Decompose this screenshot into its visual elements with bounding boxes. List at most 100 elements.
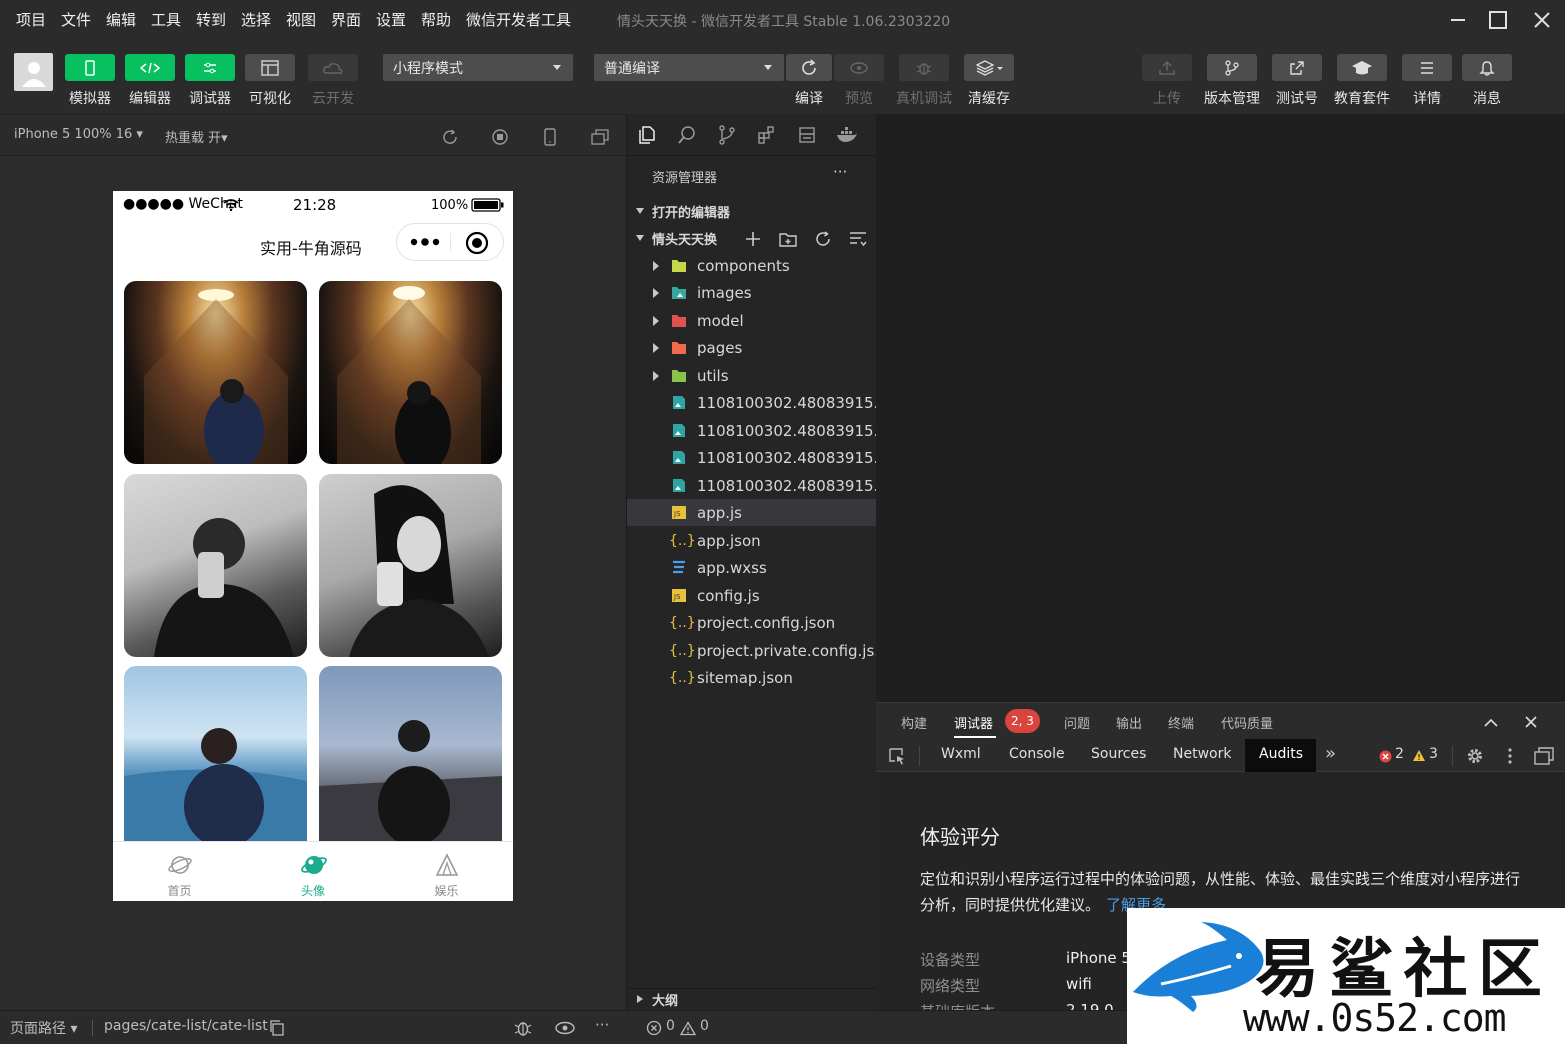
folder-pages[interactable]: pages bbox=[627, 334, 877, 361]
tab-terminal[interactable]: 终端 bbox=[1168, 713, 1194, 732]
folder-components[interactable]: components bbox=[627, 252, 877, 279]
menu-settings[interactable]: 设置 bbox=[376, 9, 406, 30]
preview-button[interactable] bbox=[834, 54, 884, 81]
copy-icon[interactable] bbox=[268, 1019, 286, 1037]
menu-tools[interactable]: 工具 bbox=[151, 9, 181, 30]
eye-icon[interactable] bbox=[553, 1018, 577, 1038]
avatar-photo[interactable] bbox=[124, 474, 307, 657]
files-icon[interactable] bbox=[635, 123, 659, 147]
collapse-all-icon[interactable] bbox=[848, 229, 868, 249]
tab-home[interactable]: 首页 bbox=[113, 842, 246, 901]
clear-cache-button[interactable] bbox=[964, 54, 1014, 81]
minimize-icon[interactable] bbox=[1438, 8, 1478, 32]
more-button[interactable]: ··· bbox=[595, 1016, 609, 1034]
close-miniprogram-icon[interactable] bbox=[459, 230, 495, 255]
tab-debugger[interactable]: 调试器 bbox=[954, 713, 993, 732]
file-config-js[interactable]: JS config.js bbox=[627, 582, 877, 609]
detach-window-icon[interactable] bbox=[590, 127, 610, 147]
menu-help[interactable]: 帮助 bbox=[421, 9, 451, 30]
file-image[interactable]: 1108100302.48083915... bbox=[627, 472, 888, 499]
more-tabs-button[interactable]: » bbox=[1325, 743, 1336, 764]
more-icon[interactable] bbox=[405, 232, 445, 252]
file-image[interactable]: 1108100302.48083915... bbox=[627, 444, 888, 471]
dock-icon[interactable] bbox=[1532, 745, 1556, 767]
tab-problems[interactable]: 问题 bbox=[1064, 713, 1090, 732]
warning-count[interactable]: 3 bbox=[1429, 746, 1438, 762]
folder-images[interactable]: images bbox=[627, 279, 877, 306]
file-app-js[interactable]: JS app.js bbox=[627, 499, 877, 526]
devtab-wxml[interactable]: Wxml bbox=[941, 746, 981, 762]
file-project-private-config[interactable]: {..} project.private.config.js... bbox=[627, 637, 889, 664]
kebab-menu-icon[interactable] bbox=[1501, 745, 1519, 767]
inspect-element-icon[interactable] bbox=[886, 745, 908, 767]
menu-goto[interactable]: 转到 bbox=[196, 9, 226, 30]
menu-view[interactable]: 视图 bbox=[286, 9, 316, 30]
tab-fun[interactable]: 娱乐 bbox=[380, 842, 513, 901]
tab-avatar[interactable]: 头像 bbox=[246, 842, 380, 901]
compile-button[interactable] bbox=[786, 54, 832, 81]
maximize-icon[interactable] bbox=[1478, 8, 1518, 32]
version-button[interactable] bbox=[1207, 54, 1257, 81]
tab-code-quality[interactable]: 代码质量 bbox=[1221, 713, 1273, 732]
hot-reload-select[interactable]: 热重载 开▾ bbox=[165, 127, 228, 146]
devtab-sources[interactable]: Sources bbox=[1091, 746, 1146, 762]
chevron-up-icon[interactable] bbox=[1481, 712, 1501, 732]
search-icon[interactable] bbox=[675, 123, 699, 147]
messages-button[interactable] bbox=[1462, 54, 1512, 81]
avatar-photo[interactable] bbox=[319, 474, 502, 657]
source-control-icon[interactable] bbox=[715, 123, 739, 147]
folder-utils[interactable]: utils bbox=[627, 362, 877, 389]
menu-edit[interactable]: 编辑 bbox=[106, 9, 136, 30]
devtab-audits[interactable]: Audits bbox=[1245, 739, 1316, 772]
debugger-button[interactable] bbox=[185, 54, 235, 81]
tab-build[interactable]: 构建 bbox=[901, 713, 927, 732]
gear-icon[interactable] bbox=[1464, 745, 1486, 767]
file-image[interactable]: 1108100302.48083915... bbox=[627, 417, 888, 444]
new-file-icon[interactable] bbox=[743, 229, 763, 249]
file-image[interactable]: 1108100302.48083915... bbox=[627, 389, 888, 416]
explorer-more-button[interactable]: ··· bbox=[833, 163, 847, 181]
devtab-network[interactable]: Network bbox=[1173, 746, 1231, 762]
avatar-photo[interactable] bbox=[319, 281, 502, 464]
upload-button[interactable] bbox=[1142, 54, 1192, 81]
project-section[interactable]: 情头天天换 bbox=[627, 225, 877, 252]
menu-project[interactable]: 项目 bbox=[16, 9, 46, 30]
file-app-wxss[interactable]: app.wxss bbox=[627, 554, 877, 581]
refresh-icon[interactable] bbox=[813, 229, 833, 249]
error-count[interactable]: 2 bbox=[1395, 746, 1404, 762]
devtab-console[interactable]: Console bbox=[1009, 746, 1065, 762]
avatar-photo[interactable] bbox=[319, 666, 502, 842]
editor-button[interactable] bbox=[125, 54, 175, 81]
tab-output[interactable]: 输出 bbox=[1116, 713, 1142, 732]
cloud-button[interactable] bbox=[308, 54, 358, 81]
stop-icon[interactable] bbox=[490, 127, 510, 147]
extensions-icon[interactable] bbox=[755, 123, 779, 147]
new-folder-icon[interactable] bbox=[778, 229, 798, 249]
menu-select[interactable]: 选择 bbox=[241, 9, 271, 30]
visual-button[interactable] bbox=[245, 54, 295, 81]
menu-interface[interactable]: 界面 bbox=[331, 9, 361, 30]
device-select[interactable]: iPhone 5 100% 16 ▾ bbox=[14, 127, 143, 142]
avatar-photo[interactable] bbox=[124, 666, 307, 842]
test-account-button[interactable] bbox=[1272, 54, 1322, 81]
mode-select[interactable]: 小程序模式 bbox=[383, 54, 573, 81]
avatar-photo[interactable] bbox=[124, 281, 307, 464]
details-button[interactable] bbox=[1402, 54, 1452, 81]
docker-icon[interactable] bbox=[835, 123, 859, 147]
remote-debug-button[interactable] bbox=[899, 54, 949, 81]
close-icon[interactable] bbox=[1521, 712, 1541, 732]
file-project-config[interactable]: {..} project.config.json bbox=[627, 609, 877, 636]
bug-icon[interactable] bbox=[512, 1018, 534, 1038]
simulator-button[interactable] bbox=[65, 54, 115, 81]
outline-section[interactable]: 大纲 bbox=[627, 988, 877, 1010]
edu-button[interactable] bbox=[1337, 54, 1387, 81]
open-editors-section[interactable]: 打开的编辑器 bbox=[627, 198, 877, 225]
storage-icon[interactable] bbox=[795, 123, 819, 147]
file-app-json[interactable]: {..} app.json bbox=[627, 527, 877, 554]
editor-area[interactable] bbox=[876, 114, 1565, 702]
close-icon[interactable] bbox=[1522, 8, 1562, 32]
menu-file[interactable]: 文件 bbox=[61, 9, 91, 30]
folder-model[interactable]: model bbox=[627, 307, 877, 334]
status-warning-count[interactable]: 0 bbox=[700, 1018, 709, 1034]
file-sitemap[interactable]: {..} sitemap.json bbox=[627, 664, 877, 691]
